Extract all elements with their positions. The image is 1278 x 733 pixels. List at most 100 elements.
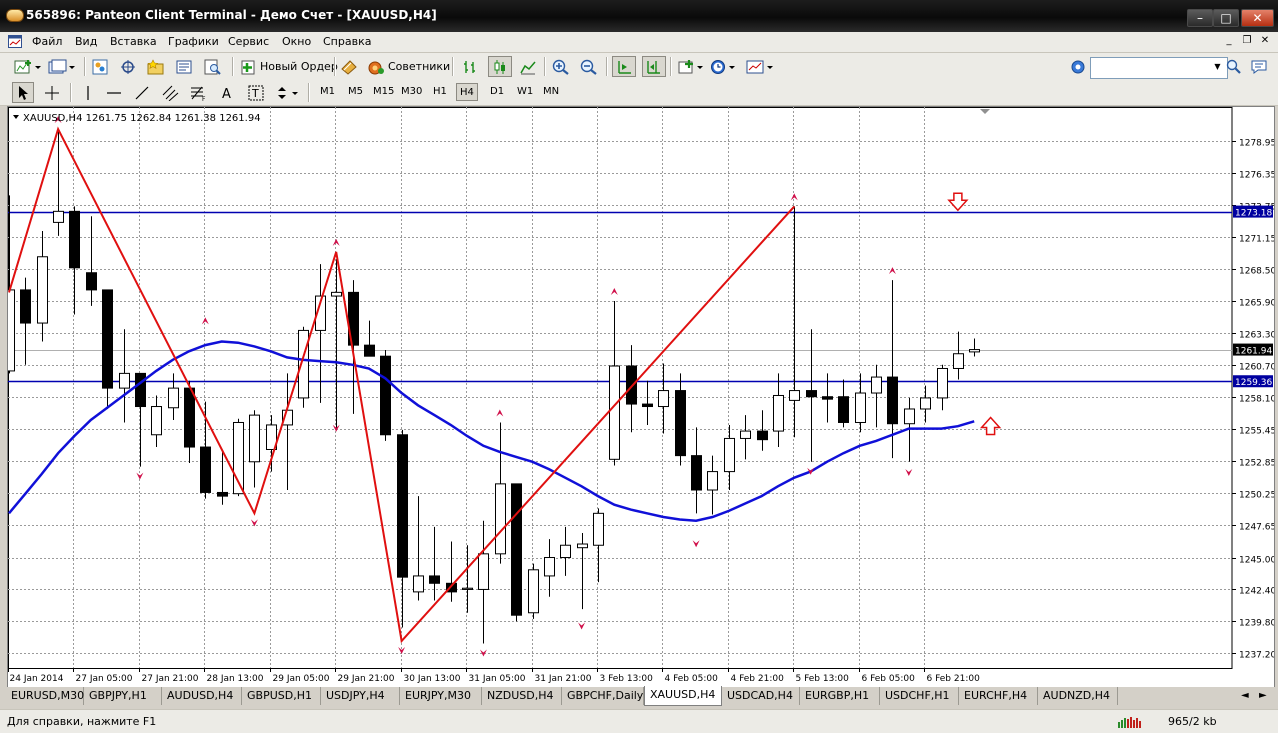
- menu-tools[interactable]: Сервис: [228, 35, 269, 48]
- child-close-button[interactable]: ✕: [1258, 35, 1272, 48]
- tab-eurgbp-h1[interactable]: EURGBP,H1: [800, 687, 880, 705]
- fractal-up-icon: [201, 317, 209, 325]
- price-tick-label: 1252.85: [1239, 459, 1274, 469]
- tab-gbpchf-daily[interactable]: GBPCHF,Daily: [562, 687, 644, 705]
- timeframe-m30[interactable]: M30: [401, 86, 422, 97]
- profiles-button[interactable]: [48, 57, 76, 76]
- market-watch-button[interactable]: [92, 57, 108, 76]
- text-tool[interactable]: A: [220, 83, 234, 102]
- timeframe-m5[interactable]: M5: [348, 86, 363, 97]
- candlestick-chart-button[interactable]: [488, 56, 512, 77]
- menu-charts[interactable]: Графики: [168, 35, 219, 48]
- tab-eurusd-m30[interactable]: EURUSD,M30: [6, 687, 84, 705]
- svg-text:A: A: [222, 87, 231, 101]
- close-button[interactable]: ✕: [1241, 9, 1274, 27]
- fibonacci-tool[interactable]: F: [190, 83, 208, 102]
- periods-button[interactable]: [710, 57, 738, 76]
- new-order-icon: [241, 60, 255, 74]
- indicators-button[interactable]: [678, 57, 706, 76]
- strategy-tester-button[interactable]: [204, 57, 222, 76]
- navigator-button[interactable]: [147, 57, 165, 76]
- zoom-out-button[interactable]: [580, 57, 598, 76]
- tab-xauusd-h4[interactable]: XAUUSD,H4: [644, 686, 722, 706]
- chat-button[interactable]: [1250, 57, 1268, 76]
- tab-eurjpy-m30[interactable]: EURJPY,M30: [400, 687, 482, 705]
- crosshair-tool[interactable]: [44, 83, 60, 102]
- cursor-tool[interactable]: [12, 82, 34, 103]
- minimize-button[interactable]: –: [1187, 9, 1213, 27]
- new-chart-button[interactable]: [14, 57, 42, 76]
- tab-gbpusd-h1[interactable]: GBPUSD,H1: [242, 687, 321, 705]
- menu-file[interactable]: Файл: [32, 35, 62, 48]
- bear-candle-body: [20, 289, 31, 324]
- menu-insert[interactable]: Вставка: [110, 35, 157, 48]
- tab-eurchf-h4[interactable]: EURCHF,H4: [959, 687, 1038, 705]
- connection-status-icon[interactable]: [1118, 713, 1142, 729]
- search-dropdown-icon[interactable]: ▼: [1213, 58, 1222, 75]
- vertical-line-tool[interactable]: [80, 83, 96, 102]
- tab-gbpjpy-h1[interactable]: GBPJPY,H1: [84, 687, 162, 705]
- tab-usdchf-h1[interactable]: USDCHF,H1: [880, 687, 959, 705]
- zoom-in-button[interactable]: [552, 57, 570, 76]
- equidistant-channel-tool[interactable]: [162, 83, 180, 102]
- data-window-button[interactable]: [120, 57, 136, 76]
- timeframe-mn[interactable]: MN: [543, 86, 559, 97]
- search-input[interactable]: [1090, 57, 1228, 79]
- child-minimize-button[interactable]: _: [1222, 35, 1236, 48]
- crosshair-icon: [45, 85, 59, 100]
- templates-button[interactable]: [746, 57, 776, 76]
- timeframe-w1[interactable]: W1: [517, 86, 533, 97]
- timeframe-h4[interactable]: H4: [456, 83, 478, 101]
- menu-window[interactable]: Окно: [282, 35, 311, 48]
- bull-candle-body: [8, 289, 15, 372]
- text-label-tool[interactable]: T: [248, 83, 264, 102]
- zoom-out-icon: [580, 59, 597, 75]
- new-order-button[interactable]: Новый Ордер: [240, 57, 338, 76]
- chart-window-icon[interactable]: [8, 35, 22, 48]
- bear-candle-body: [69, 210, 80, 269]
- tab-usdjpy-h4[interactable]: USDJPY,H4: [321, 687, 400, 705]
- candle: [887, 280, 898, 459]
- chart-shift-button[interactable]: [642, 56, 666, 77]
- timeframe-h1[interactable]: H1: [433, 86, 447, 97]
- symbol-menu-icon[interactable]: [13, 115, 19, 119]
- tabs-scroll-left-icon[interactable]: ◄: [1241, 690, 1249, 701]
- search-button[interactable]: [1226, 57, 1242, 76]
- time-tick-label: 24 Jan 2014: [10, 674, 64, 684]
- search-icon: [1226, 59, 1241, 74]
- tab-audnzd-h4[interactable]: AUDNZD,H4: [1038, 687, 1118, 705]
- child-restore-button[interactable]: ❐: [1240, 35, 1254, 48]
- tab-audusd-h4[interactable]: AUDUSD,H4: [162, 687, 242, 705]
- chart-window[interactable]: 1278.951276.351273.751271.151268.501265.…: [7, 106, 1275, 688]
- timeframe-m1[interactable]: M1: [320, 86, 335, 97]
- candle: [773, 373, 784, 448]
- tab-nzdusd-h4[interactable]: NZDUSD,H4: [482, 687, 562, 705]
- maximize-button[interactable]: □: [1213, 9, 1239, 27]
- candle: [168, 373, 179, 421]
- cursor-icon: [19, 85, 28, 100]
- arrows-tool[interactable]: [276, 83, 302, 102]
- shift-marker-icon[interactable]: [980, 109, 990, 114]
- tabs-scroll-right-icon[interactable]: ►: [1259, 690, 1267, 701]
- fractal-down-icon: [578, 622, 586, 630]
- bar-chart-button[interactable]: [462, 57, 478, 76]
- candle: [757, 410, 768, 451]
- terminal-button[interactable]: [176, 57, 192, 76]
- gear-icon: [1071, 60, 1085, 73]
- trendline-tool[interactable]: [134, 83, 150, 102]
- candle: [249, 410, 260, 488]
- metaeditor-button[interactable]: [340, 57, 358, 76]
- horizontal-line-tool[interactable]: [106, 83, 122, 102]
- tab-usdcad-h4[interactable]: USDCAD,H4: [722, 687, 800, 705]
- candle: [282, 373, 293, 491]
- bear-candle-body: [691, 455, 702, 491]
- line-chart-button[interactable]: [520, 57, 536, 76]
- menu-view[interactable]: Вид: [75, 35, 97, 48]
- menu-help[interactable]: Справка: [323, 35, 371, 48]
- autoscroll-button[interactable]: [612, 56, 636, 77]
- timeframe-d1[interactable]: D1: [490, 86, 504, 97]
- timeframe-m15[interactable]: M15: [373, 86, 394, 97]
- price-chart[interactable]: 1278.951276.351273.751271.151268.501265.…: [8, 107, 1274, 687]
- experts-button[interactable]: Советники: [366, 57, 450, 76]
- community-settings-button[interactable]: [1070, 57, 1086, 76]
